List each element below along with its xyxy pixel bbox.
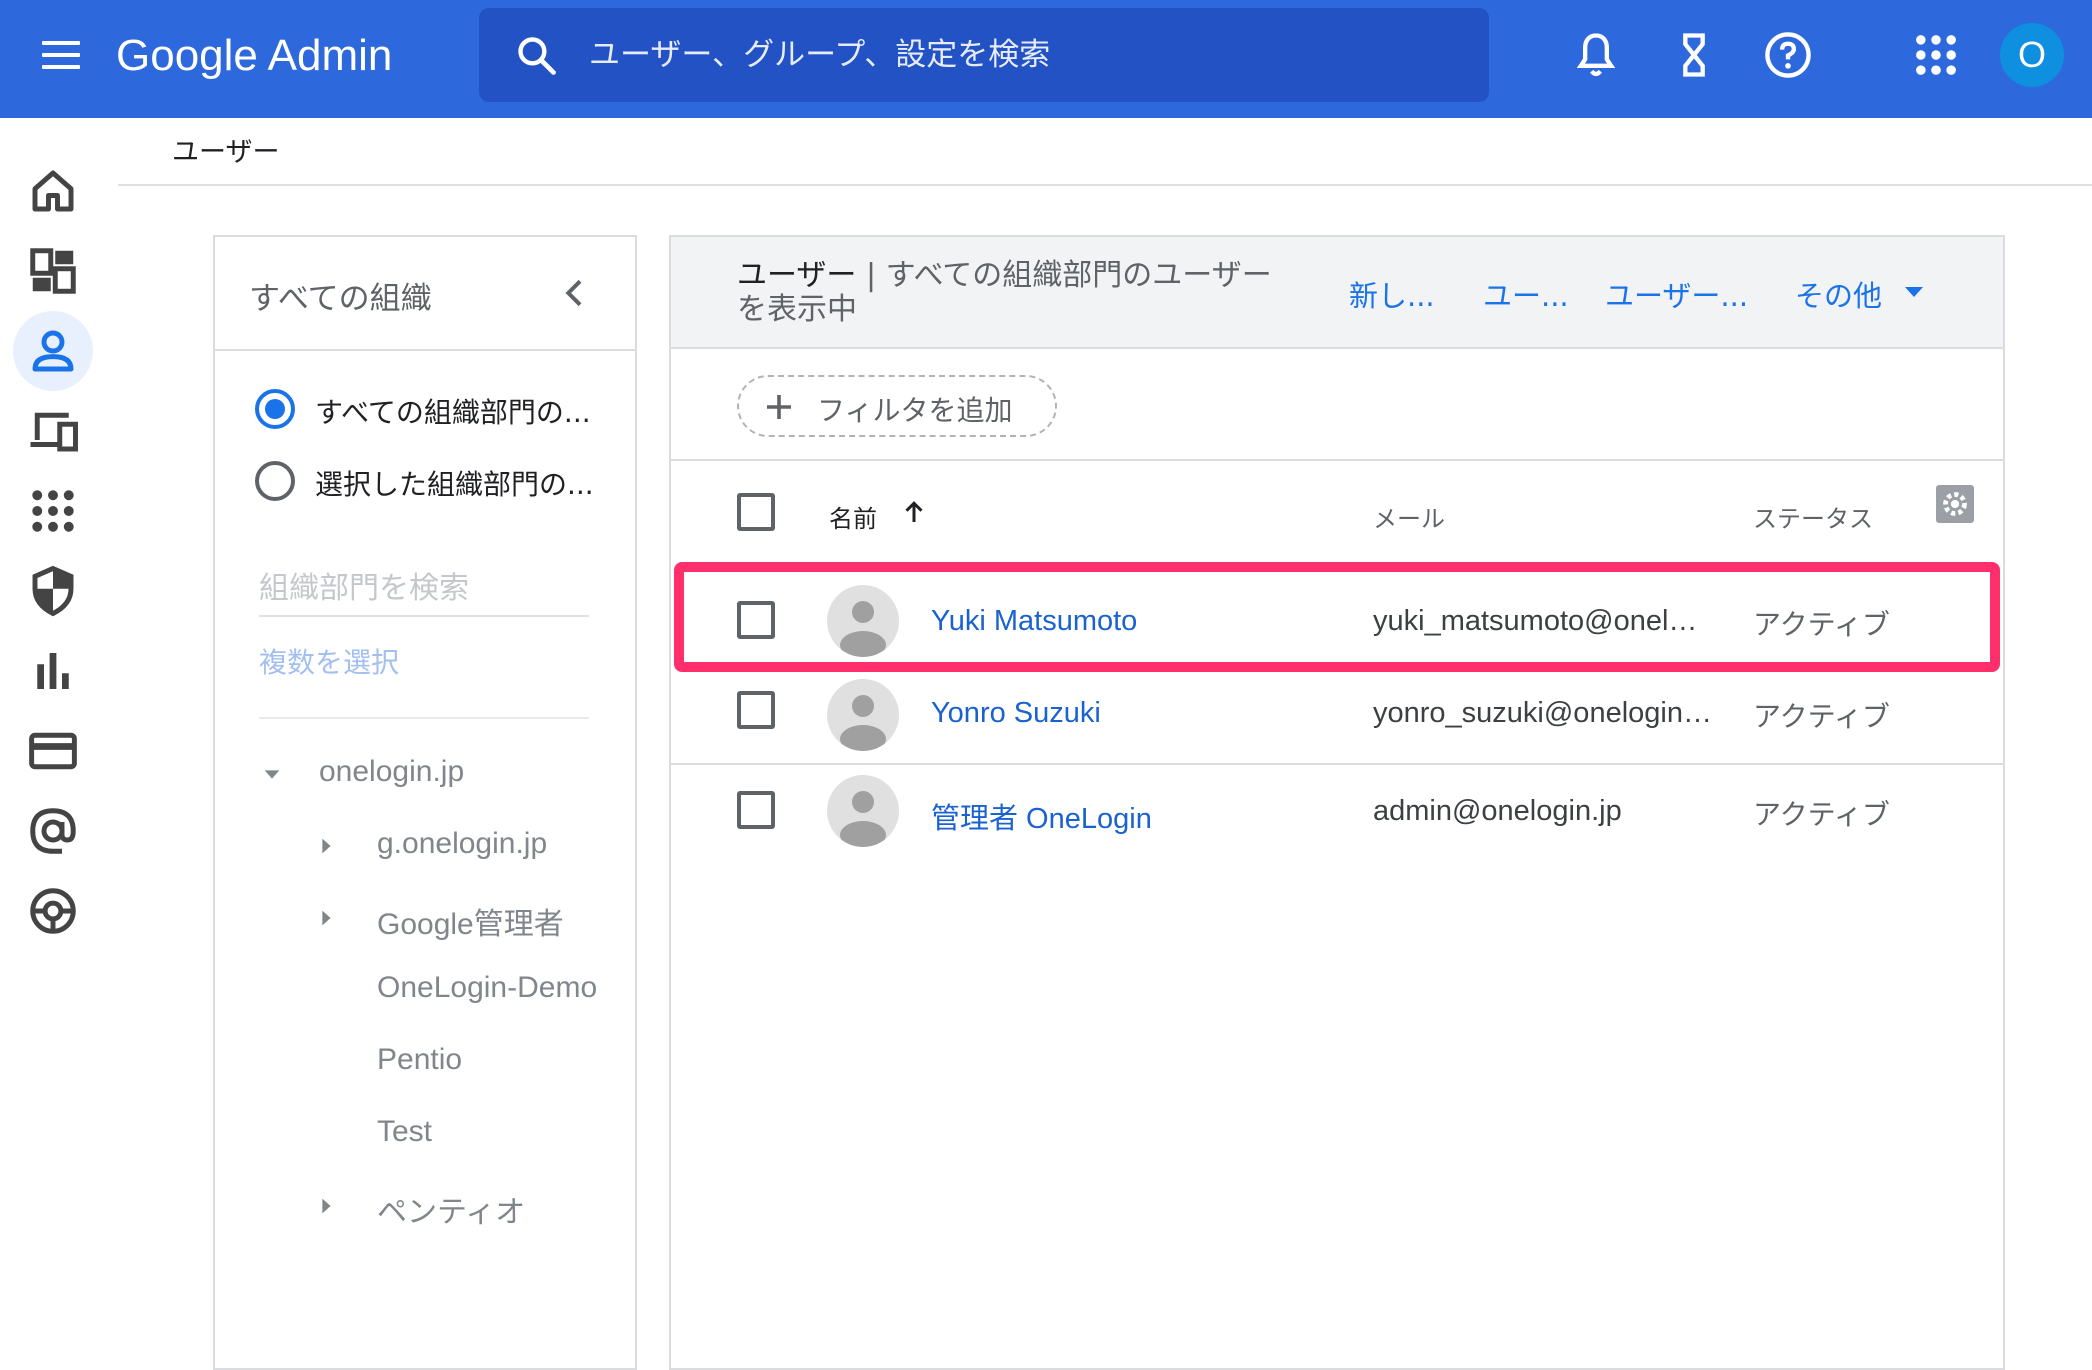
radio-selected-org-units[interactable]: 選択した組織部門の... bbox=[255, 457, 635, 507]
avatar bbox=[827, 585, 899, 657]
select-all-checkbox[interactable] bbox=[737, 493, 775, 531]
user-status: アクティブ bbox=[1753, 608, 1890, 641]
users-title-main: ユーザー bbox=[737, 258, 857, 293]
chevron-left-icon[interactable] bbox=[555, 273, 595, 313]
person-silhouette-icon bbox=[840, 791, 886, 847]
gear-icon[interactable] bbox=[1936, 485, 1974, 523]
tree-item-google-admin[interactable]: Google管理者 bbox=[315, 893, 625, 943]
search-input[interactable] bbox=[589, 22, 1449, 88]
tree-item-label: Pentio bbox=[377, 1043, 463, 1076]
tree-item-label: g.onelogin.jp bbox=[377, 827, 548, 860]
user-name-link[interactable]: Yonro Suzuki bbox=[931, 697, 1101, 730]
tree-item-label: Test bbox=[377, 1115, 433, 1148]
hourglass-icon[interactable] bbox=[1668, 29, 1720, 81]
column-header-status: ステータス bbox=[1753, 505, 1873, 533]
table-row[interactable]: Yonro Suzuki yonro_suzuki@onelogin.jp アク… bbox=[671, 671, 2003, 765]
add-new-user-button[interactable]: 新し... bbox=[1349, 273, 1435, 315]
user-icon[interactable] bbox=[26, 324, 80, 378]
person-silhouette-icon bbox=[840, 601, 886, 657]
menu-icon[interactable] bbox=[40, 35, 82, 77]
radio-button[interactable] bbox=[255, 389, 295, 429]
tree-item-test[interactable]: Test bbox=[377, 1109, 627, 1159]
user-name-link[interactable]: 管理者 OneLogin bbox=[931, 795, 1152, 837]
tree-item-label: onelogin.jp bbox=[319, 755, 465, 788]
org-panel-header: すべての組織 bbox=[215, 237, 635, 351]
user-name-link[interactable]: Yuki Matsumoto bbox=[931, 605, 1137, 638]
users-panel-header: ユーザー | すべての組織部門のユーザーを表示中 新し... ユー... ユーザ… bbox=[671, 237, 2003, 349]
org-panel-title: すべての組織 bbox=[249, 281, 432, 317]
row-checkbox[interactable] bbox=[737, 601, 775, 639]
user-status: アクティブ bbox=[1753, 798, 1890, 831]
tree-item-pentio-jp[interactable]: ペンティオ bbox=[315, 1181, 625, 1231]
column-header-name[interactable]: 名前 bbox=[829, 499, 877, 534]
users-title-separator: | bbox=[856, 258, 886, 293]
caret-right-icon[interactable] bbox=[315, 835, 337, 857]
add-filter-button[interactable]: フィルタを追加 bbox=[737, 375, 1057, 437]
tree-item-pentio[interactable]: Pentio bbox=[377, 1037, 627, 1087]
divider bbox=[259, 717, 589, 719]
caret-right-icon[interactable] bbox=[315, 907, 337, 929]
tree-item-label: Google管理者 bbox=[377, 908, 564, 941]
dashboard-icon[interactable] bbox=[26, 244, 80, 298]
user-action-button[interactable]: ユー... bbox=[1483, 273, 1569, 315]
radio-label: すべての組織部門の... bbox=[315, 396, 591, 429]
account-avatar[interactable]: O bbox=[2000, 23, 2064, 87]
devices-icon[interactable] bbox=[26, 404, 80, 458]
radio-label: 選択した組織部門の... bbox=[315, 468, 594, 501]
table-header: 名前 メール ステータス bbox=[671, 461, 2003, 567]
home-icon[interactable] bbox=[26, 164, 80, 218]
arrow-up-icon[interactable] bbox=[899, 497, 929, 527]
gear-glyph bbox=[1943, 492, 1967, 516]
row-checkbox[interactable] bbox=[737, 691, 775, 729]
multi-select-link[interactable]: 複数を選択 bbox=[259, 641, 399, 681]
caret-right-icon[interactable] bbox=[315, 1195, 337, 1217]
plus-icon bbox=[767, 395, 791, 419]
tree-item-onelogin-demo[interactable]: OneLogin-Demo bbox=[377, 965, 627, 1015]
org-search-input[interactable] bbox=[259, 561, 589, 617]
add-filter-label: フィルタを追加 bbox=[817, 394, 1013, 427]
user-email: yonro_suzuki@onelogin.jp bbox=[1373, 697, 1713, 729]
caret-down-icon[interactable] bbox=[261, 763, 283, 785]
reports-icon[interactable] bbox=[26, 644, 80, 698]
security-shield-icon[interactable] bbox=[26, 564, 80, 618]
caret-down-icon[interactable] bbox=[1905, 287, 1923, 297]
at-sign-icon[interactable] bbox=[26, 804, 80, 858]
top-app-bar: Google Admin O bbox=[0, 0, 2092, 118]
breadcrumb-divider bbox=[118, 184, 2092, 186]
org-unit-panel: すべての組織 すべての組織部門の... 選択した組織部門の... 複数を選択 o… bbox=[213, 235, 637, 1370]
radio-button[interactable] bbox=[255, 461, 295, 501]
tree-item-label: OneLogin-Demo bbox=[377, 971, 598, 1004]
table-row[interactable]: Yuki Matsumoto yuki_matsumoto@onelog... … bbox=[671, 573, 2003, 671]
filter-bar: フィルタを追加 bbox=[671, 349, 2003, 461]
row-checkbox[interactable] bbox=[737, 791, 775, 829]
support-lifebuoy-icon[interactable] bbox=[26, 884, 80, 938]
user-bulk-action-button[interactable]: ユーザー... bbox=[1605, 273, 1748, 315]
more-actions-button[interactable]: その他 bbox=[1795, 273, 1882, 315]
brand-logo[interactable]: Google Admin bbox=[116, 26, 392, 86]
user-status: アクティブ bbox=[1753, 700, 1890, 733]
tree-item-onelogin-jp[interactable]: onelogin.jp bbox=[261, 749, 621, 799]
bell-icon[interactable] bbox=[1570, 29, 1622, 81]
users-panel-title: ユーザー | すべての組織部門のユーザーを表示中 bbox=[737, 259, 1277, 327]
radio-all-org-units[interactable]: すべての組織部門の... bbox=[255, 385, 635, 435]
user-email: admin@onelogin.jp bbox=[1373, 795, 1622, 827]
avatar bbox=[827, 679, 899, 751]
billing-card-icon[interactable] bbox=[26, 724, 80, 778]
apps-grid-icon[interactable] bbox=[1910, 29, 1962, 81]
table-row[interactable]: 管理者 OneLogin admin@onelogin.jp アクティブ bbox=[671, 767, 2003, 865]
avatar bbox=[827, 775, 899, 847]
apps-icon[interactable] bbox=[26, 484, 80, 538]
search-icon[interactable] bbox=[515, 34, 559, 78]
breadcrumb: ユーザー bbox=[172, 137, 280, 168]
search-bar[interactable] bbox=[479, 8, 1489, 102]
user-email: yuki_matsumoto@onelog... bbox=[1373, 605, 1713, 637]
help-icon[interactable] bbox=[1762, 29, 1814, 81]
column-header-email: メール bbox=[1373, 505, 1445, 533]
users-panel: ユーザー | すべての組織部門のユーザーを表示中 新し... ユー... ユーザ… bbox=[669, 235, 2005, 1370]
tree-item-label: ペンティオ bbox=[377, 1196, 526, 1229]
person-silhouette-icon bbox=[840, 695, 886, 751]
tree-item-g-onelogin-jp[interactable]: g.onelogin.jp bbox=[315, 821, 625, 871]
